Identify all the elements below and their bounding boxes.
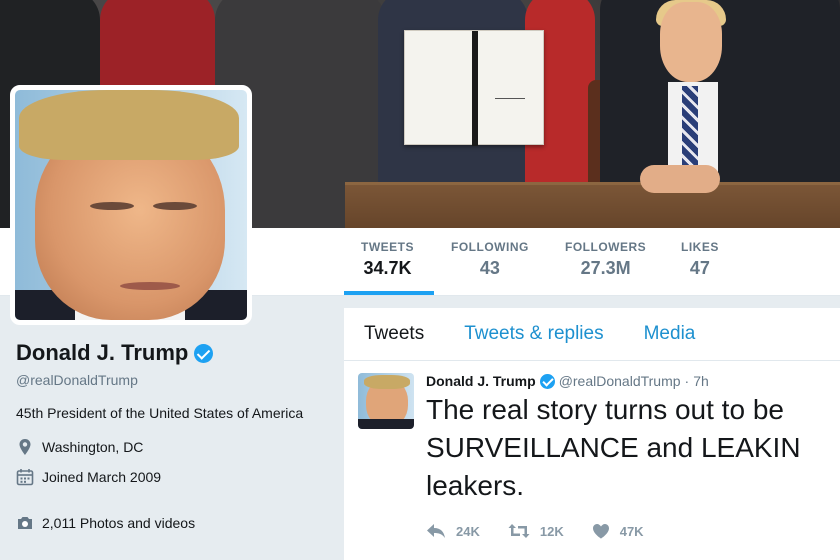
like-count: 47K bbox=[619, 523, 644, 539]
tab-tweets[interactable]: Tweets bbox=[344, 323, 444, 345]
calendar-icon bbox=[16, 469, 34, 486]
location-text: Washington, DC bbox=[42, 439, 144, 455]
camera-icon bbox=[18, 517, 32, 529]
tweet-header: Donald J. Trump @realDonaldTrump · 7h bbox=[426, 373, 840, 389]
stat-label: FOLLOWING bbox=[451, 240, 529, 254]
retweet-button[interactable]: 12K bbox=[508, 523, 564, 539]
timeline-tabs: Tweets Tweets & replies Media bbox=[344, 308, 840, 361]
profile-bio: 45th President of the United States of A… bbox=[16, 405, 304, 421]
signature bbox=[495, 89, 525, 99]
tweet-text: The real story turns out to be SURVEILLA… bbox=[426, 391, 840, 505]
avatar-eye bbox=[90, 202, 134, 210]
tweet-avatar-suit bbox=[358, 419, 414, 429]
tweet-text-line: The real story turns out to be bbox=[426, 394, 784, 425]
profile-name-row: Donald J. Trump bbox=[16, 340, 326, 366]
stat-label: LIKES bbox=[681, 240, 719, 254]
stat-likes[interactable]: LIKES 47 bbox=[681, 240, 719, 279]
verified-badge-icon[interactable] bbox=[194, 343, 214, 363]
like-button[interactable]: 47K bbox=[592, 523, 644, 539]
heart-icon bbox=[592, 524, 609, 539]
stat-value: 34.7K bbox=[363, 258, 412, 278]
tweet-text-line: SURVEILLANCE and LEAKIN bbox=[426, 432, 801, 463]
profile-joined: Joined March 2009 bbox=[16, 468, 326, 486]
stat-value: 43 bbox=[479, 258, 500, 278]
tweet-text-line: leakers. bbox=[426, 470, 525, 501]
avatar-eye bbox=[153, 202, 197, 210]
stat-label: FOLLOWERS bbox=[565, 240, 647, 254]
avatar-hair bbox=[19, 90, 239, 160]
tweet-timestamp[interactable]: 7h bbox=[693, 373, 709, 389]
joined-text: Joined March 2009 bbox=[42, 469, 162, 485]
avatar-mouth bbox=[120, 282, 180, 290]
stat-value: 27.3M bbox=[580, 258, 631, 278]
tweet-author-name[interactable]: Donald J. Trump bbox=[426, 373, 536, 389]
stat-followers[interactable]: FOLLOWERS 27.3M bbox=[565, 240, 646, 279]
stat-value: 47 bbox=[689, 258, 710, 278]
reply-icon bbox=[427, 524, 445, 538]
tab-tweets-replies[interactable]: Tweets & replies bbox=[444, 323, 623, 345]
profile-avatar[interactable] bbox=[10, 85, 252, 325]
reply-button[interactable]: 24K bbox=[426, 523, 480, 539]
profile-location: Washington, DC bbox=[16, 438, 326, 456]
tab-media[interactable]: Media bbox=[624, 323, 716, 345]
retweet-count: 12K bbox=[539, 523, 564, 539]
tweet-separator: · bbox=[684, 373, 690, 389]
tweet-avatar-hair bbox=[364, 375, 410, 389]
header-desk bbox=[345, 182, 840, 228]
header-tie bbox=[682, 86, 698, 166]
tweet-actions: 24K 12K 47K bbox=[426, 523, 840, 539]
profile-handle[interactable]: @realDonaldTrump bbox=[16, 372, 326, 388]
profile-photos-link[interactable]: 2,011 Photos and videos bbox=[16, 514, 326, 532]
map-pin-icon bbox=[19, 439, 31, 455]
reply-count: 24K bbox=[456, 523, 480, 539]
timeline: Tweets Tweets & replies Media Donald J. … bbox=[344, 308, 840, 560]
stat-tweets[interactable]: TWEETS 34.7K bbox=[361, 240, 414, 279]
stat-following[interactable]: FOLLOWING 43 bbox=[451, 240, 529, 279]
tweet-avatar[interactable] bbox=[358, 373, 414, 429]
profile-name[interactable]: Donald J. Trump bbox=[16, 340, 188, 366]
profile-card: Donald J. Trump @realDonaldTrump 45th Pr… bbox=[16, 340, 326, 532]
verified-badge-icon bbox=[539, 373, 555, 389]
active-stat-indicator bbox=[344, 291, 434, 295]
stat-label: TWEETS bbox=[361, 240, 414, 254]
tweet[interactable]: Donald J. Trump @realDonaldTrump · 7h Th… bbox=[344, 361, 840, 551]
tweet-author-handle[interactable]: @realDonaldTrump bbox=[559, 373, 681, 389]
signed-document bbox=[404, 30, 544, 146]
photos-text[interactable]: 2,011 Photos and videos bbox=[42, 515, 195, 531]
header-face bbox=[660, 2, 722, 82]
retweet-icon bbox=[508, 524, 530, 538]
header-hands bbox=[640, 165, 720, 193]
